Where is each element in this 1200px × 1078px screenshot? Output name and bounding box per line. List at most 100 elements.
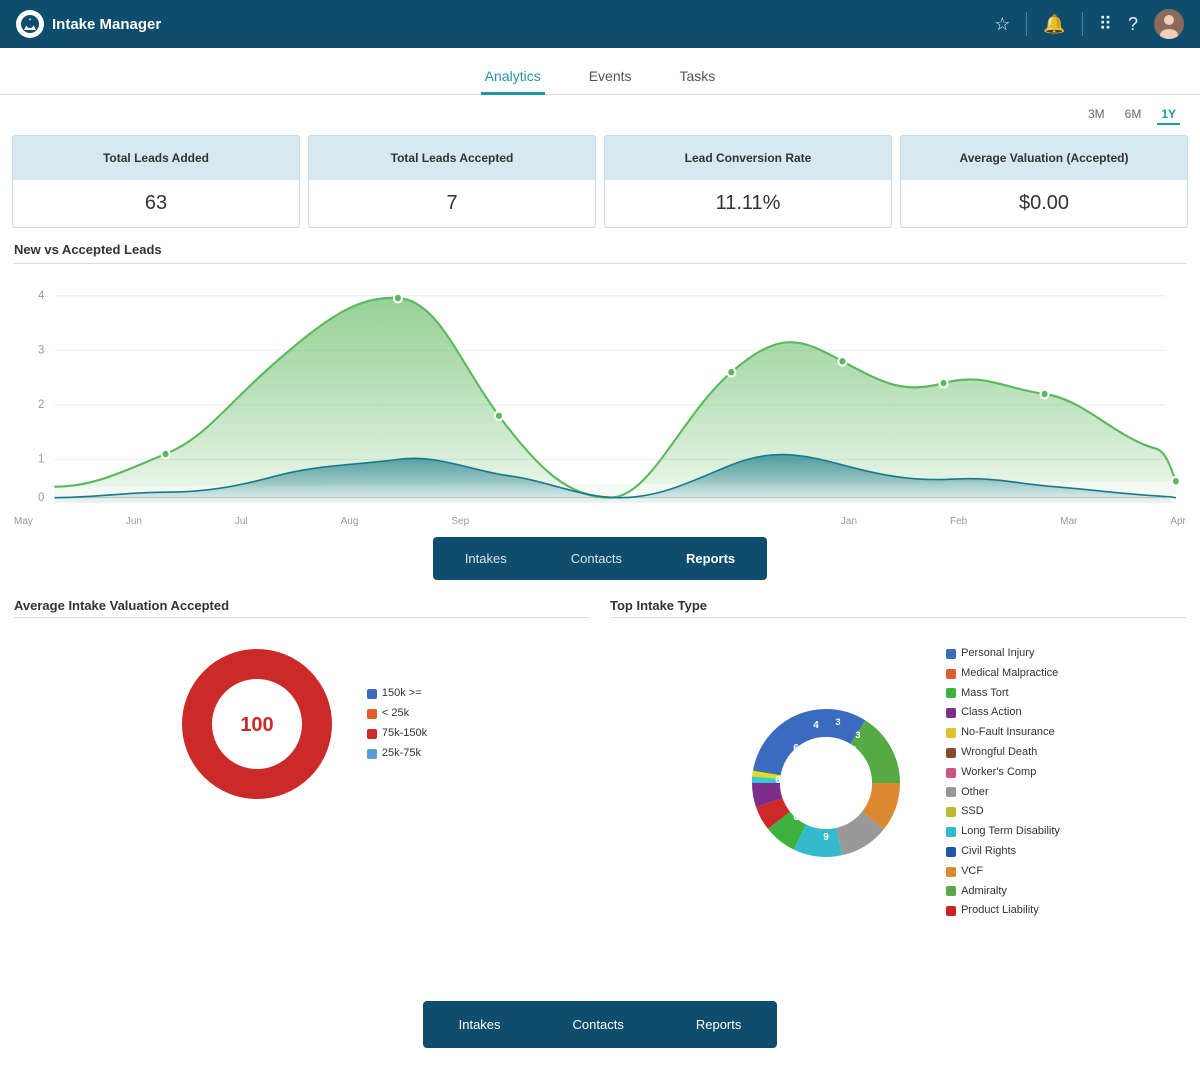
legend-label-25k75k: 25k-75k xyxy=(382,744,421,764)
chart-section-title: New vs Accepted Leads xyxy=(0,228,1200,263)
avg-valuation-donut: 100 150k >= < 25k 75k-150k 25k-75k xyxy=(14,634,590,814)
top-intake-section: Top Intake Type xyxy=(610,590,1186,931)
avatar[interactable] xyxy=(1154,9,1184,39)
legend-class-action: Class Action xyxy=(946,703,1060,723)
legend-dot-wd xyxy=(946,748,956,758)
lower-charts: Average Intake Valuation Accepted 100 15… xyxy=(0,590,1200,931)
avg-valuation-divider xyxy=(14,617,590,618)
bell-icon[interactable]: 🔔 xyxy=(1043,14,1065,35)
chart-divider xyxy=(14,263,1186,264)
legend-label-adm: Admiralty xyxy=(961,882,1007,902)
svg-text:6: 6 xyxy=(793,743,799,754)
legend-label-pl: Product Liability xyxy=(961,901,1039,921)
chart-x-labels: May Jun Jul Aug Sep Jan Feb Mar Apr xyxy=(0,514,1200,527)
legend-ltd: Long Term Disability xyxy=(946,822,1060,842)
grid-icon[interactable]: ⠿ xyxy=(1099,14,1112,35)
stat-card-conversion-rate: Lead Conversion Rate 11.11% xyxy=(604,135,892,228)
header: Intake Manager ☆ 🔔 ⠿ ? xyxy=(0,0,1200,48)
x-label-may: May xyxy=(14,516,33,527)
tab-events[interactable]: Events xyxy=(585,60,636,95)
header-divider xyxy=(1026,12,1027,36)
top-intake-title: Top Intake Type xyxy=(610,590,1186,617)
x-label-sep: Sep xyxy=(451,516,469,527)
legend-25k: < 25k xyxy=(367,704,427,724)
legend-personal-injury: Personal Injury xyxy=(946,644,1060,664)
bottom-nav-intakes-2[interactable]: Intakes xyxy=(423,1001,537,1048)
time-3m[interactable]: 3M xyxy=(1084,105,1109,125)
legend-wrongful-death: Wrongful Death xyxy=(946,743,1060,763)
area-chart: 4 3 2 1 0 xyxy=(0,274,1200,514)
legend-product-liability: Product Liability xyxy=(946,901,1060,921)
stat-value-leads-accepted: 7 xyxy=(309,180,595,227)
legend-dot-pi xyxy=(946,649,956,659)
legend-dot-nf xyxy=(946,728,956,738)
area-chart-svg: 4 3 2 1 0 xyxy=(14,274,1186,514)
bottom-nav-reports-2[interactable]: Reports xyxy=(660,1001,778,1048)
legend-dot-wc xyxy=(946,768,956,778)
svg-text:2: 2 xyxy=(38,399,44,411)
legend-dot-pl xyxy=(946,906,956,916)
svg-text:9: 9 xyxy=(823,832,829,843)
intake-legend: Personal Injury Medical Malpractice Mass… xyxy=(946,644,1060,921)
x-label-feb: Feb xyxy=(950,516,967,527)
svg-text:6: 6 xyxy=(775,775,781,786)
stat-label-leads-accepted: Total Leads Accepted xyxy=(309,136,595,180)
legend-label-pi: Personal Injury xyxy=(961,644,1034,664)
svg-text:19: 19 xyxy=(846,745,858,756)
x-label-mar: Mar xyxy=(1060,516,1077,527)
legend-medical-malpractice: Medical Malpractice xyxy=(946,664,1060,684)
legend-label-75k150k: 75k-150k xyxy=(382,724,427,744)
legend-dot-ssd xyxy=(946,807,956,817)
top-intake-donut: 19 9 6 6 6 4 3 3 Personal Injury Medical… xyxy=(610,634,1186,931)
header-brand: Intake Manager xyxy=(16,10,161,38)
x-label-jul: Jul xyxy=(235,516,248,527)
legend-no-fault: No-Fault Insurance xyxy=(946,723,1060,743)
legend-label-ltd: Long Term Disability xyxy=(961,822,1060,842)
brand-title: Intake Manager xyxy=(52,16,161,33)
stat-card-leads-added: Total Leads Added 63 xyxy=(12,135,300,228)
svg-text:6: 6 xyxy=(793,812,799,823)
legend-label-wd: Wrongful Death xyxy=(961,743,1037,763)
tab-analytics[interactable]: Analytics xyxy=(481,60,545,95)
bottom-nav-contacts-2[interactable]: Contacts xyxy=(537,1001,660,1048)
legend-label-vcf: VCF xyxy=(961,862,983,882)
x-label-aug: Aug xyxy=(341,516,359,527)
svg-text:0: 0 xyxy=(38,492,44,504)
bottom-nav-reports-1[interactable]: Reports xyxy=(654,537,767,580)
main-nav: Analytics Events Tasks xyxy=(0,48,1200,95)
legend-25k-75k: 25k-75k xyxy=(367,744,427,764)
valuation-legend: 150k >= < 25k 75k-150k 25k-75k xyxy=(367,684,427,763)
legend-workers-comp: Worker's Comp xyxy=(946,763,1060,783)
stat-value-leads-added: 63 xyxy=(13,180,299,227)
header-divider2 xyxy=(1082,12,1083,36)
legend-dot-25k xyxy=(367,709,377,719)
star-icon[interactable]: ☆ xyxy=(994,14,1010,35)
stat-label-avg-valuation: Average Valuation (Accepted) xyxy=(901,136,1187,180)
time-1y[interactable]: 1Y xyxy=(1157,105,1180,125)
legend-civil-rights: Civil Rights xyxy=(946,842,1060,862)
legend-dot-150k xyxy=(367,689,377,699)
bottom-nav-2: Intakes Contacts Reports xyxy=(423,1001,778,1048)
legend-dot-ltd xyxy=(946,827,956,837)
svg-text:3: 3 xyxy=(836,717,841,727)
legend-label-mt: Mass Tort xyxy=(961,684,1008,704)
bottom-nav-contacts-1[interactable]: Contacts xyxy=(539,537,654,580)
legend-dot-other xyxy=(946,787,956,797)
help-icon[interactable]: ? xyxy=(1128,14,1138,35)
time-6m[interactable]: 6M xyxy=(1121,105,1146,125)
avg-valuation-section: Average Intake Valuation Accepted 100 15… xyxy=(14,590,590,931)
legend-label-cr: Civil Rights xyxy=(961,842,1016,862)
legend-ssd: SSD xyxy=(946,802,1060,822)
intake-donut-svg: 19 9 6 6 6 4 3 3 xyxy=(736,693,916,873)
legend-vcf: VCF xyxy=(946,862,1060,882)
bottom-nav-intakes-1[interactable]: Intakes xyxy=(433,537,539,580)
stat-value-conversion-rate: 11.11% xyxy=(605,180,891,227)
legend-dot-25k75k xyxy=(367,749,377,759)
svg-text:1: 1 xyxy=(38,453,44,465)
legend-other: Other xyxy=(946,783,1060,803)
legend-75k-150k: 75k-150k xyxy=(367,724,427,744)
legend-label-ca: Class Action xyxy=(961,703,1022,723)
tab-tasks[interactable]: Tasks xyxy=(676,60,720,95)
x-label-jun: Jun xyxy=(126,516,142,527)
legend-dot-ca xyxy=(946,708,956,718)
